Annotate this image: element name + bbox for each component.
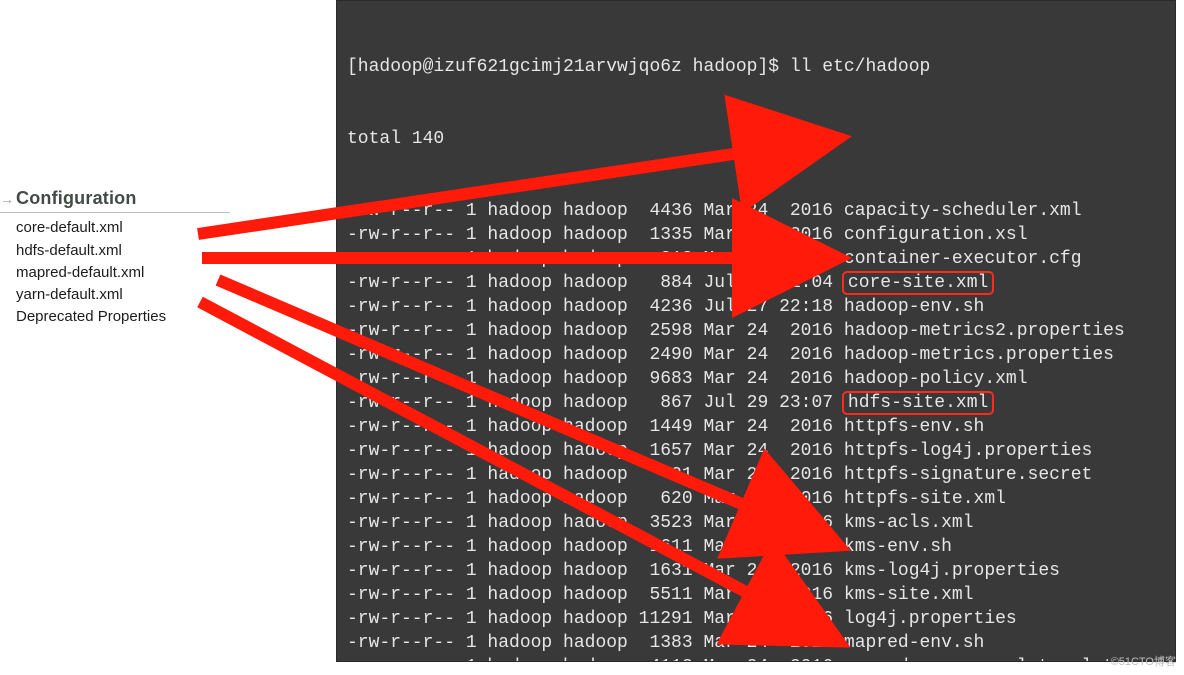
file-name: hadoop-metrics2.properties: [844, 321, 1125, 341]
config-items: core-default.xmlhdfs-default.xmlmapred-d…: [0, 217, 230, 328]
file-row: -rw-r--r-- 1 hadoop hadoop 1631 Mar 24 2…: [347, 559, 1165, 583]
file-name: capacity-scheduler.xml: [844, 201, 1082, 221]
file-name: hadoop-env.sh: [844, 297, 984, 317]
file-row: -rw-r--r-- 1 hadoop hadoop 620 Mar 24 20…: [347, 487, 1165, 511]
file-row: -rw-r--r-- 1 hadoop hadoop 1611 Mar 24 2…: [347, 535, 1165, 559]
config-item[interactable]: yarn-default.xml: [16, 284, 230, 306]
file-name: kms-log4j.properties: [844, 561, 1060, 581]
file-name: httpfs-env.sh: [844, 417, 984, 437]
file-row: -rw-r--r-- 1 hadoop hadoop 9683 Mar 24 2…: [347, 367, 1165, 391]
file-name: hadoop-policy.xml: [844, 369, 1028, 389]
file-row: -rw-r--r-- 1 hadoop hadoop 3523 Mar 24 2…: [347, 511, 1165, 535]
config-item[interactable]: mapred-default.xml: [16, 262, 230, 284]
file-row: -rw-r--r-- 1 hadoop hadoop 4113 Mar 24 2…: [347, 655, 1165, 662]
file-row: -rw-r--r-- 1 hadoop hadoop 1449 Mar 24 2…: [347, 415, 1165, 439]
file-row: -rw-r--r-- 1 hadoop hadoop 4236 Jul 27 2…: [347, 295, 1165, 319]
config-heading-row: → Configuration: [0, 186, 230, 213]
config-item[interactable]: core-default.xml: [16, 217, 230, 239]
file-name: httpfs-log4j.properties: [844, 441, 1092, 461]
file-name: hdfs-site.xml: [842, 391, 994, 415]
file-name: container-executor.cfg: [844, 249, 1082, 269]
file-row: -rw-r--r-- 1 hadoop hadoop 2598 Mar 24 2…: [347, 319, 1165, 343]
file-name: log4j.properties: [844, 609, 1017, 629]
file-row: -rw-r--r-- 1 hadoop hadoop 4436 Mar 24 2…: [347, 199, 1165, 223]
file-name: hadoop-metrics.properties: [844, 345, 1114, 365]
file-name: mapred-queues.xml.template: [844, 657, 1125, 662]
file-name: configuration.xsl: [844, 225, 1028, 245]
file-name: kms-acls.xml: [844, 513, 974, 533]
file-name: kms-site.xml: [844, 585, 974, 605]
terminal[interactable]: [hadoop@izuf621gcimj21arvwjqo6z hadoop]$…: [336, 0, 1176, 662]
file-row: -rw-r--r-- 1 hadoop hadoop 21 Mar 24 201…: [347, 463, 1165, 487]
file-name: mapred-env.sh: [844, 633, 984, 653]
config-heading: Configuration: [16, 186, 137, 210]
file-name: httpfs-signature.secret: [844, 465, 1092, 485]
watermark: ©51CTO博客: [1111, 653, 1176, 669]
file-row: -rw-r--r-- 1 hadoop hadoop 11291 Mar 24 …: [347, 607, 1165, 631]
config-item[interactable]: Deprecated Properties: [16, 306, 230, 328]
file-row: -rw-r--r-- 1 hadoop hadoop 1335 Mar 24 2…: [347, 223, 1165, 247]
file-row: -rw-r--r-- 1 hadoop hadoop 2490 Mar 24 2…: [347, 343, 1165, 367]
total-line: total 140: [347, 127, 1165, 151]
config-item[interactable]: hdfs-default.xml: [16, 240, 230, 262]
file-row: -rw-r--r-- 1 hadoop hadoop 318 Mar 24 20…: [347, 247, 1165, 271]
file-row: -rw-r--r-- 1 hadoop hadoop 867 Jul 29 23…: [347, 391, 1165, 415]
prompt-line: [hadoop@izuf621gcimj21arvwjqo6z hadoop]$…: [347, 55, 1165, 79]
file-name: kms-env.sh: [844, 537, 952, 557]
file-row: -rw-r--r-- 1 hadoop hadoop 1657 Mar 24 2…: [347, 439, 1165, 463]
file-name: core-site.xml: [842, 271, 994, 295]
file-row: -rw-r--r-- 1 hadoop hadoop 884 Jul 29 11…: [347, 271, 1165, 295]
file-row: -rw-r--r-- 1 hadoop hadoop 1383 Mar 24 2…: [347, 631, 1165, 655]
file-row: -rw-r--r-- 1 hadoop hadoop 5511 Mar 24 2…: [347, 583, 1165, 607]
config-sidebar: → Configuration core-default.xmlhdfs-def…: [0, 186, 230, 329]
file-name: httpfs-site.xml: [844, 489, 1006, 509]
arrow-right-icon: →: [0, 190, 16, 209]
